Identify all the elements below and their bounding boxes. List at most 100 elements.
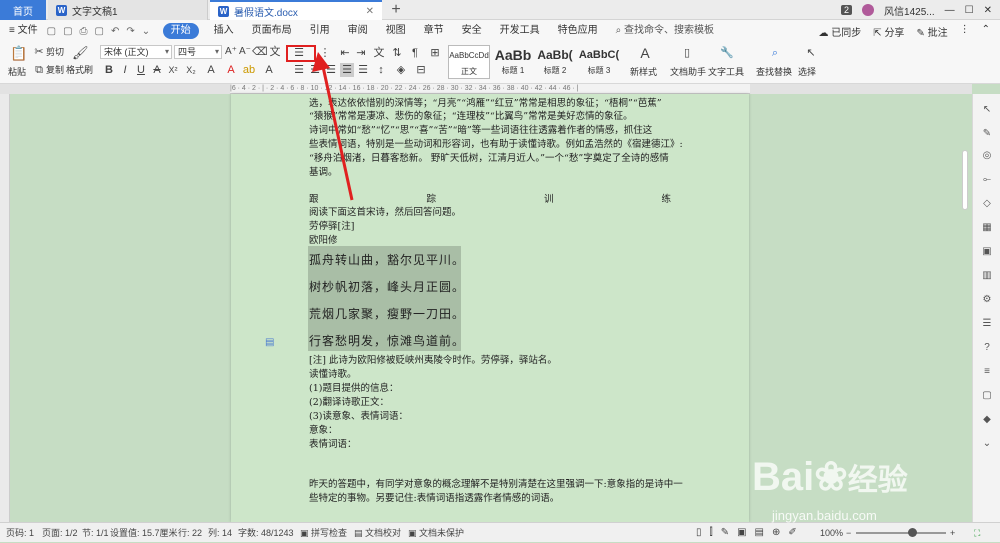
char-border-icon[interactable]: A <box>262 63 276 77</box>
command-search[interactable]: ⌕ 查找命令、搜索模板 <box>607 20 723 42</box>
cursor-icon[interactable]: ↖ <box>981 104 993 116</box>
status-pages[interactable]: 页面: 1/2 <box>42 523 78 543</box>
menu-file[interactable]: ≡ 文件 <box>0 20 47 42</box>
status-setting[interactable]: 设置值: 15.7厘米 <box>110 523 178 543</box>
full-screen-icon[interactable]: ⛶ <box>974 523 980 543</box>
window-count-badge[interactable]: 2 <box>841 5 853 15</box>
adjust-icon[interactable]: ☰ <box>981 318 993 330</box>
format-painter-button[interactable]: 格式刷 <box>66 64 93 76</box>
poem-line[interactable]: 行客愁明发，惊滩鸟道前。 <box>309 332 465 349</box>
poem-line[interactable]: 荒烟几家聚，瘦野一刀田。 <box>309 305 465 322</box>
table-border-icon[interactable]: ⊞ <box>428 46 442 60</box>
protect-status[interactable]: ▣ 文档未保护 <box>408 523 464 543</box>
comment-button[interactable]: ✎ 批注 <box>916 24 947 39</box>
select-button[interactable]: 选择 <box>798 66 816 78</box>
show-marks-icon[interactable]: ¶ <box>408 46 422 60</box>
sort-icon[interactable]: ⇅ <box>390 46 404 60</box>
text-tools-button[interactable]: 文字工具 <box>708 66 744 78</box>
sync-button[interactable]: ☁ 已同步 <box>818 24 861 39</box>
style-heading-1[interactable]: AaBb 标题 1 <box>492 45 534 79</box>
style-heading-3[interactable]: AaBbC( 标题 3 <box>578 45 620 79</box>
new-style-button[interactable]: 新样式 <box>630 66 657 78</box>
menu-references[interactable]: 引用 <box>301 20 339 42</box>
pinyin-icon[interactable]: 文 <box>268 45 282 59</box>
font-size-select[interactable]: 四号 <box>174 45 222 59</box>
status-column[interactable]: 列: 14 <box>208 523 232 543</box>
poem-line[interactable]: 树杪帆初落，峰头月正圆。 <box>309 278 465 295</box>
grow-font-icon[interactable]: A⁺ <box>224 45 238 59</box>
clear-format-icon[interactable]: ⌫ <box>252 45 268 59</box>
new-tab-button[interactable]: + <box>388 0 404 20</box>
bold-icon[interactable]: B <box>102 63 116 77</box>
paste-icon[interactable]: 📋 <box>10 46 27 62</box>
chinese-layout-icon[interactable]: 文 <box>372 46 386 60</box>
status-page-number[interactable]: 页码: 1 <box>6 523 34 543</box>
minimize-icon[interactable]: — <box>945 5 955 16</box>
shrink-font-icon[interactable]: A⁻ <box>238 45 252 59</box>
paste-button[interactable]: 粘贴 <box>8 66 26 78</box>
menu-page-layout[interactable]: 页面布局 <box>243 20 301 42</box>
text-effect-icon[interactable]: A <box>204 63 218 77</box>
style-heading-2[interactable]: AaBb( 标题 2 <box>534 45 576 79</box>
italic-icon[interactable]: I <box>118 63 132 77</box>
pen-icon[interactable]: ✎ <box>981 128 993 140</box>
menu-developer[interactable]: 开发工具 <box>491 20 549 42</box>
more-icon[interactable]: ⋮ <box>960 24 970 39</box>
user-name[interactable]: 风信1425... <box>884 3 935 18</box>
maximize-icon[interactable]: ☐ <box>965 5 974 16</box>
superscript-icon[interactable]: X² <box>166 63 180 77</box>
vertical-ruler[interactable] <box>0 94 10 522</box>
settings-icon[interactable]: ⚙ <box>981 294 993 306</box>
spell-check-button[interactable]: ▣ 拼写检查 <box>300 523 347 543</box>
status-word-count[interactable]: 字数: 48/1243 <box>238 523 294 543</box>
status-section[interactable]: 节: 1/1 <box>82 523 109 543</box>
doc-assistant-button[interactable]: 文档助手 <box>670 66 706 78</box>
menu-review[interactable]: 审阅 <box>339 20 377 42</box>
tab-document-1[interactable]: W 文字文稿1 <box>48 0 208 20</box>
underline-icon[interactable]: U <box>134 63 148 77</box>
status-row[interactable]: 行: 22 <box>178 523 202 543</box>
highlight-icon[interactable]: ab <box>242 63 256 77</box>
menu-security[interactable]: 安全 <box>453 20 491 42</box>
line-spacing-icon[interactable]: ↕ <box>374 63 388 77</box>
cut-button[interactable]: 剪切 <box>46 46 64 58</box>
text-box-icon[interactable]: ▢ <box>981 390 993 402</box>
quick-access-icons[interactable]: ▢▢⎙▢↶↷⌄ <box>47 26 157 37</box>
shape-icon[interactable]: ◇ <box>981 198 993 210</box>
image-icon[interactable]: ▣ <box>981 246 993 258</box>
vertical-scrollbar[interactable] <box>962 150 968 210</box>
close-tab-icon[interactable]: ✕ <box>366 6 374 17</box>
location-icon[interactable]: ◎ <box>981 150 993 162</box>
font-name-select[interactable]: 宋体 (正文) <box>100 45 172 59</box>
sliders-icon[interactable]: ≡ <box>981 366 993 378</box>
strikethrough-icon[interactable]: A <box>150 63 164 77</box>
shading-icon[interactable]: ◈ <box>394 63 408 77</box>
menu-start[interactable]: 开始 <box>162 23 199 39</box>
menu-features[interactable]: 特色应用 <box>549 20 607 42</box>
border-icon[interactable]: ⊟ <box>414 63 428 77</box>
style-normal[interactable]: AaBbCcDd 正文 <box>448 45 490 79</box>
tab-home[interactable]: 首页 <box>0 0 46 20</box>
poem-line[interactable]: 孤舟转山曲，豁尔见平川。 <box>309 251 465 268</box>
collapse-ribbon-icon[interactable]: ⌃ <box>982 24 990 39</box>
menu-insert[interactable]: 插入 <box>205 20 243 42</box>
proofread-button[interactable]: ▤ 文档校对 <box>354 523 401 543</box>
find-replace-button[interactable]: 查找替换 <box>756 66 792 78</box>
copy-button[interactable]: 复制 <box>46 64 64 76</box>
grid-icon[interactable]: ▦ <box>981 222 993 234</box>
clip-icon[interactable]: ⟜ <box>981 174 993 186</box>
share-button[interactable]: ⇱ 分享 <box>873 24 904 39</box>
subscript-icon[interactable]: X₂ <box>184 63 198 77</box>
paragraph-marker-icon[interactable]: ▤ <box>265 337 274 348</box>
avatar[interactable] <box>862 4 875 16</box>
font-color-icon[interactable]: A <box>224 63 238 77</box>
bookmark-icon[interactable]: ◆ <box>981 414 993 426</box>
menu-right-actions: ☁ 已同步 ⇱ 分享 ✎ 批注 ⋮ ⌃ <box>818 24 1000 39</box>
menu-view[interactable]: 视图 <box>377 20 415 42</box>
help-icon[interactable]: ? <box>981 342 993 354</box>
chart-icon[interactable]: ▥ <box>981 270 993 282</box>
menu-section[interactable]: 章节 <box>415 20 453 42</box>
close-window-icon[interactable]: ✕ <box>984 5 992 16</box>
chevron-down-icon[interactable]: ⌄ <box>981 438 993 450</box>
tab-document-2[interactable]: W 暑假语文.docx ✕ <box>210 0 382 20</box>
